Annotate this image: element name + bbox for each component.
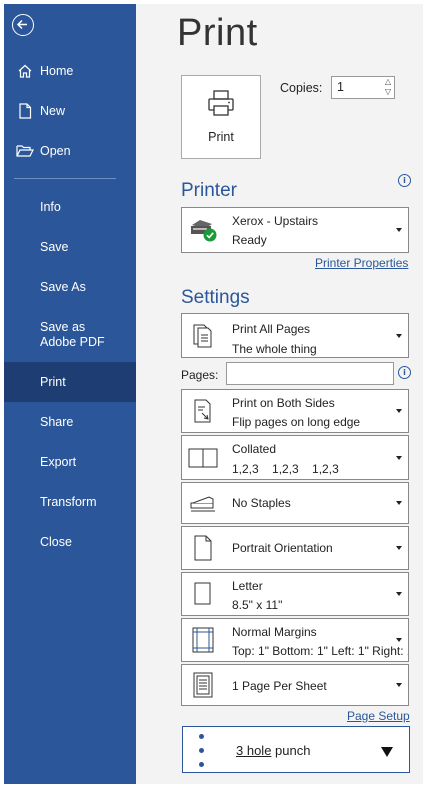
printer-dropdown[interactable]: Xerox - Upstairs Ready [181,207,409,253]
chevron-down-icon [396,501,402,505]
pages-input[interactable] [226,362,394,385]
hole-punch-dropdown[interactable]: 3 hole punch [182,726,410,773]
pages-per-sheet-icon [187,665,219,705]
settings-heading: Settings [181,287,250,308]
paper-size-dropdown[interactable]: Letter 8.5" x 11" [181,572,409,616]
collation-dropdown[interactable]: Collated 1,2,3 1,2,3 1,2,3 [181,435,409,480]
pages-per-sheet-label: 1 Page Per Sheet [232,679,327,693]
stapler-icon [187,483,219,523]
folder-open-icon [14,144,36,158]
page-setup-link[interactable]: Page Setup [347,709,410,723]
sidebar-item-transform[interactable]: Transform [4,482,136,522]
paper-size-icon [187,573,219,615]
backstage-sidebar: Home New Open Info Save Save As Save as … [4,4,136,784]
sidebar-item-close[interactable]: Close [4,522,136,562]
page-title: Print [177,12,258,54]
chevron-up-icon[interactable]: △ [385,77,391,87]
sidebar-item-export[interactable]: Export [4,442,136,482]
copies-label: Copies: [280,81,323,95]
paper-size-label: Letter [232,579,263,593]
duplex-label: Print on Both Sides [232,396,335,410]
sidebar-item-info[interactable]: Info [4,187,136,227]
paper-size-desc: 8.5" x 11" [232,598,283,612]
sidebar-item-save-as[interactable]: Save As [4,267,136,307]
chevron-down-icon [396,333,402,338]
duplex-desc: Flip pages on long edge [232,415,361,429]
print-button[interactable]: Print [181,75,261,159]
chevron-down-icon [396,546,402,550]
staples-dropdown[interactable]: No Staples [181,482,409,524]
hole-punch-label: 3 hole punch [236,743,311,758]
sidebar-item-open[interactable]: Open [4,131,136,171]
pages-per-sheet-dropdown[interactable]: 1 Page Per Sheet [181,664,409,706]
copies-stepper[interactable]: 1 △ ▽ [331,76,395,99]
sidebar-item-label: Save [40,239,69,254]
print-range-dropdown[interactable]: Print All Pages The whole thing [181,313,409,358]
chevron-down-icon [396,455,402,460]
sidebar-item-print[interactable]: Print [4,362,136,402]
sidebar-item-label: Share [40,414,74,429]
copies-value: 1 [337,80,344,94]
printer-status: Ready [232,233,267,247]
orientation-label: Portrait Orientation [232,541,333,555]
print-range-label: Print All Pages [232,322,311,336]
pages-icon [187,314,219,357]
duplex-dropdown[interactable]: Print on Both Sides Flip pages on long e… [181,389,409,433]
backstage-view: Home New Open Info Save Save As Save as … [4,4,423,784]
printer-ready-icon [187,208,219,252]
print-range-desc: The whole thing [232,342,317,356]
sidebar-item-label: Close [40,534,72,549]
sidebar-item-label: New [40,104,66,118]
margins-desc: Top: 1" Bottom: 1" Left: 1" Right: 1" [232,644,408,658]
sidebar-item-save[interactable]: Save [4,227,136,267]
printer-icon [208,90,234,116]
margins-dropdown[interactable]: Normal Margins Top: 1" Bottom: 1" Left: … [181,618,409,662]
sidebar-item-label: Open [40,144,71,158]
info-icon[interactable]: i [398,366,411,379]
sidebar-item-label: Save as Adobe PDF [40,320,105,349]
sidebar-item-label: Save As [40,279,86,294]
spinner-arrows[interactable]: △ ▽ [385,77,391,97]
margins-label: Normal Margins [232,625,317,639]
sidebar-item-label: Transform [40,494,97,509]
chevron-down-icon [381,747,393,757]
portrait-page-icon [187,527,219,569]
back-arrow-icon[interactable] [12,14,34,36]
sidebar-item-home[interactable]: Home [4,51,136,91]
info-icon[interactable]: i [398,174,411,187]
sidebar-divider [14,178,116,179]
collation-label: Collated [232,442,277,456]
chevron-down-icon [396,592,402,596]
chevron-down-icon [396,409,402,413]
chevron-down-icon [396,683,402,687]
printer-heading: Printer [181,180,237,201]
sidebar-item-label: Home [40,64,74,78]
printer-name: Xerox - Upstairs [232,214,319,228]
staples-label: No Staples [232,496,291,510]
sidebar-item-label: Print [40,374,66,389]
chevron-down-icon[interactable]: ▽ [385,87,391,97]
sidebar-item-save-as-adobe-pdf[interactable]: Save as Adobe PDF [4,314,122,356]
sidebar-item-label: Export [40,454,77,469]
sidebar-item-new[interactable]: New [4,91,136,131]
sidebar-item-label: Info [40,199,61,214]
print-button-label: Print [208,130,234,144]
chevron-down-icon [396,228,402,232]
printer-properties-link[interactable]: Printer Properties [315,256,408,270]
pages-label: Pages: [181,368,219,382]
margins-icon [187,619,219,661]
chevron-down-icon [396,638,402,642]
collated-icon [187,436,219,479]
new-document-icon [14,103,36,119]
duplex-icon [187,390,219,432]
collation-desc: 1,2,3 1,2,3 1,2,3 [232,462,339,476]
sidebar-item-share[interactable]: Share [4,402,136,442]
home-icon [14,63,36,79]
orientation-dropdown[interactable]: Portrait Orientation [181,526,409,570]
print-pane: Print Print Copies: 1 △ ▽ Printer i Xero… [136,4,423,784]
